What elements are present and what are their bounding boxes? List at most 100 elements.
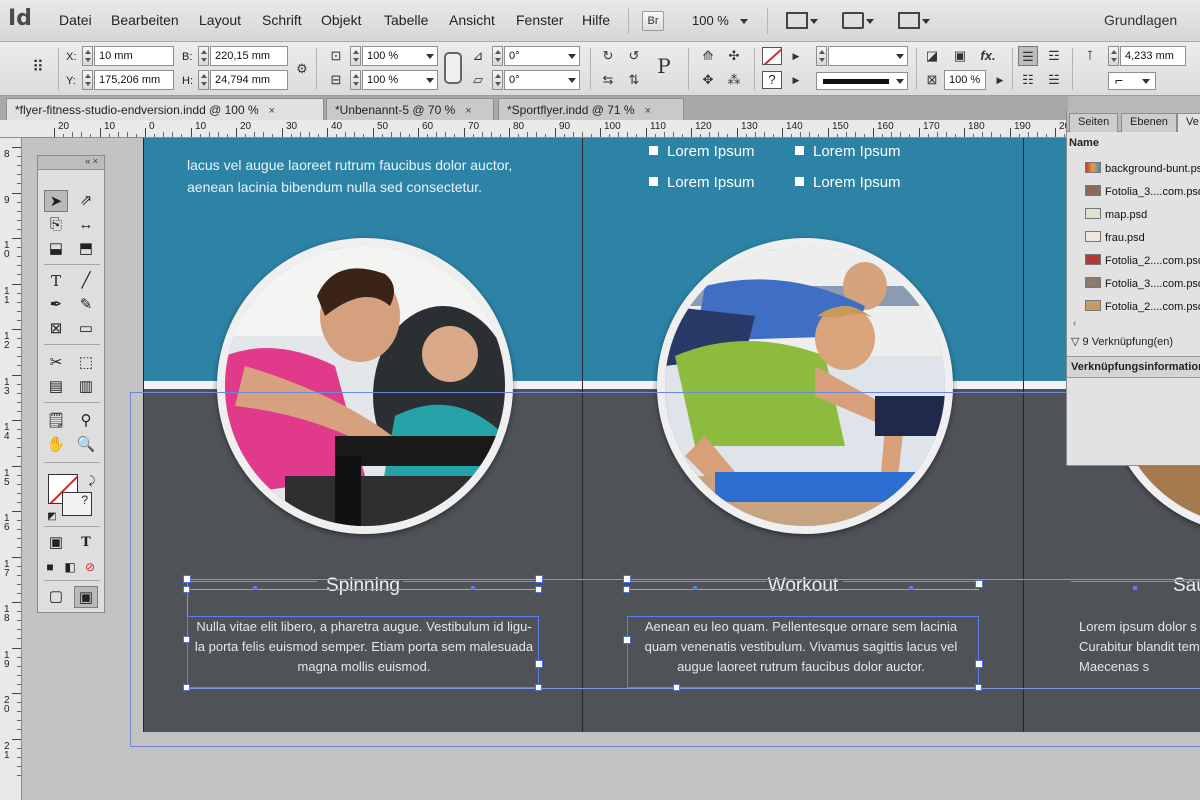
corner-shape-chevron-down-icon[interactable] <box>1142 79 1150 84</box>
selection-tool-icon[interactable]: ➤ <box>44 190 68 212</box>
content-collector-icon[interactable]: ⬓ <box>44 238 68 260</box>
stroke-weight-stepper[interactable] <box>816 46 827 66</box>
gradient-swatch-tool-icon[interactable]: ▤ <box>44 376 68 398</box>
apply-none-icon[interactable]: ⊘ <box>80 556 100 578</box>
drop-shadow-icon[interactable]: ◪ <box>922 46 942 66</box>
x-position-field[interactable]: 10 mm <box>94 46 174 66</box>
stroke-swatch-icon[interactable]: ? <box>762 71 782 89</box>
flip-vertical-icon[interactable]: ⇅ <box>624 70 644 90</box>
scroll-left-icon[interactable]: ‹ <box>1073 318 1076 329</box>
width-stepper[interactable] <box>198 46 209 66</box>
apply-color-icon[interactable]: ■ <box>40 556 60 578</box>
constrain-proportions-icon[interactable]: ⚙ <box>292 59 312 79</box>
select-next-icon[interactable]: ⁂ <box>724 70 744 90</box>
close-icon[interactable]: × <box>465 105 471 117</box>
stroke-type-chevron-down-icon[interactable] <box>896 79 904 84</box>
menu-objekt[interactable]: Objekt <box>321 12 361 28</box>
page-tool-icon[interactable]: ⎘ <box>44 214 68 236</box>
note-tool-icon[interactable]: 🗒 <box>44 410 68 432</box>
normal-view-icon[interactable]: ▢ <box>44 586 68 608</box>
select-content-icon[interactable]: ✣ <box>724 46 744 66</box>
vertical-ruler[interactable]: 8 9 10 11 12 13 14 15 16 17 18 19 20 21 <box>0 138 22 800</box>
fill-arrow-icon[interactable]: ▶ <box>786 46 806 66</box>
y-stepper[interactable] <box>82 70 93 90</box>
direct-selection-tool-icon[interactable]: ⇗ <box>74 190 98 212</box>
preview-view-icon[interactable]: ▣ <box>74 586 98 608</box>
stroke-type-dropdown[interactable] <box>816 72 908 90</box>
shadow-square-icon[interactable]: ▣ <box>950 46 970 66</box>
links-count[interactable]: ▽ 9 Verknüpfung(en) <box>1071 335 1173 348</box>
height-stepper[interactable] <box>198 70 209 90</box>
stroke-weight-right-field[interactable]: 4,233 mm <box>1120 46 1186 66</box>
line-tool-icon[interactable]: ╱ <box>74 270 98 292</box>
hand-tool-icon[interactable]: ✋ <box>44 434 68 456</box>
menu-bearbeiten[interactable]: Bearbeiten <box>111 12 179 28</box>
workspace-switcher[interactable]: Grundlagen <box>1104 12 1177 28</box>
menu-layout[interactable]: Layout <box>199 12 241 28</box>
scale-y-stepper[interactable] <box>350 70 361 90</box>
reference-point-icon[interactable]: ⠿ <box>28 58 48 78</box>
tab-unbenannt-5[interactable]: *Unbenannt-5 @ 70 % × <box>326 98 494 120</box>
rotate-counterclockwise-icon[interactable]: ↺ <box>624 46 644 66</box>
zoom-chevron-down-icon[interactable] <box>740 19 748 24</box>
text-wrap-shape-icon[interactable]: ☷ <box>1018 70 1038 90</box>
content-placer-icon[interactable]: ⬒ <box>74 238 98 260</box>
stroke-arrow-icon[interactable]: ▶ <box>786 70 806 90</box>
tab-verknuepfungen[interactable]: Ve <box>1177 113 1200 132</box>
pen-tool-icon[interactable]: ✒ <box>44 294 68 316</box>
bullet-item[interactable]: Lorem Ipsum <box>649 143 755 160</box>
zoom-level-dropdown[interactable]: 100 % <box>692 13 729 28</box>
link-item[interactable]: Fotolia_3....com.psd <box>1085 277 1200 290</box>
swap-fill-stroke-icon[interactable]: ⤸ <box>80 470 104 492</box>
text-wrap-none-icon[interactable]: ☰ <box>1018 46 1038 66</box>
width-field[interactable]: 220,15 mm <box>210 46 288 66</box>
text-wrap-bounding-box-icon[interactable]: ☲ <box>1044 46 1064 66</box>
arrange-documents-icon[interactable] <box>898 12 920 29</box>
horizontal-ruler[interactable]: 20 10 0 10 20 30 40 50 60 70 80 90 100 110 120 130 140 15… <box>0 120 1068 138</box>
eyedropper-tool-icon[interactable]: ⚲ <box>74 410 98 432</box>
zoom-tool-icon[interactable]: 🔍 <box>74 434 98 456</box>
link-item[interactable]: Fotolia_3....com.psd <box>1085 185 1200 198</box>
tab-flyer-fitness-studio[interactable]: *flyer-fitness-studio-endversion.indd @ … <box>6 98 324 120</box>
shear-chevron-down-icon[interactable] <box>568 78 576 83</box>
link-item[interactable]: Fotolia_2....com.psd <box>1085 254 1200 267</box>
x-stepper[interactable] <box>82 46 93 66</box>
shear-stepper[interactable] <box>492 70 503 90</box>
pasteboard[interactable]: lacus vel augue laoreet rutrum faucibus … <box>22 138 1200 800</box>
rotate-stepper[interactable] <box>492 46 503 66</box>
fill-swatch-none-icon[interactable] <box>762 47 782 65</box>
pencil-tool-icon[interactable]: ✎ <box>74 294 98 316</box>
apply-gradient-icon[interactable]: ◧ <box>60 556 80 578</box>
stroke-weight-right-stepper[interactable] <box>1108 46 1119 66</box>
scissors-tool-icon[interactable]: ✂ <box>44 352 68 374</box>
rectangle-tool-icon[interactable]: ▭ <box>74 318 98 340</box>
intro-text[interactable]: lacus vel augue laoreet rutrum faucibus … <box>187 154 567 198</box>
opacity-arrow-icon[interactable]: ▶ <box>990 70 1010 90</box>
formatting-text-icon[interactable]: T <box>74 532 98 554</box>
menu-ansicht[interactable]: Ansicht <box>449 12 495 28</box>
close-icon[interactable]: × <box>645 105 651 117</box>
rotate-clockwise-icon[interactable]: ↻ <box>598 46 618 66</box>
view-options-icon[interactable] <box>786 12 808 29</box>
height-field[interactable]: 24,794 mm <box>210 70 288 90</box>
free-transform-tool-icon[interactable]: ⬚ <box>74 352 98 374</box>
formatting-container-icon[interactable]: ▣ <box>44 532 68 554</box>
view-options-chevron-down-icon[interactable] <box>810 19 818 24</box>
tab-seiten[interactable]: Seiten <box>1069 113 1119 132</box>
constrain-scale-link-icon[interactable] <box>444 52 462 84</box>
default-fill-stroke-icon[interactable]: ◩ <box>40 506 64 528</box>
scale-x-chevron-down-icon[interactable] <box>426 54 434 59</box>
rectangle-frame-tool-icon[interactable]: ⊠ <box>44 318 68 340</box>
link-item[interactable]: frau.psd <box>1085 231 1145 244</box>
select-previous-icon[interactable]: ✥ <box>698 70 718 90</box>
menu-datei[interactable]: Datei <box>59 12 92 28</box>
bridge-button[interactable]: Br <box>642 11 664 31</box>
link-info-header[interactable]: Verknüpfungsinformationen <box>1067 356 1200 378</box>
menu-tabelle[interactable]: Tabelle <box>384 12 428 28</box>
tab-sportflyer[interactable]: *Sportflyer.indd @ 71 % × <box>498 98 684 120</box>
stroke-weight-chevron-down-icon[interactable] <box>896 54 904 59</box>
y-position-field[interactable]: 175,206 mm <box>94 70 174 90</box>
tab-ebenen[interactable]: Ebenen <box>1121 113 1177 132</box>
bullet-item[interactable]: Lorem Ipsum <box>649 174 755 191</box>
link-item[interactable]: Fotolia_2....com.psd <box>1085 300 1200 313</box>
